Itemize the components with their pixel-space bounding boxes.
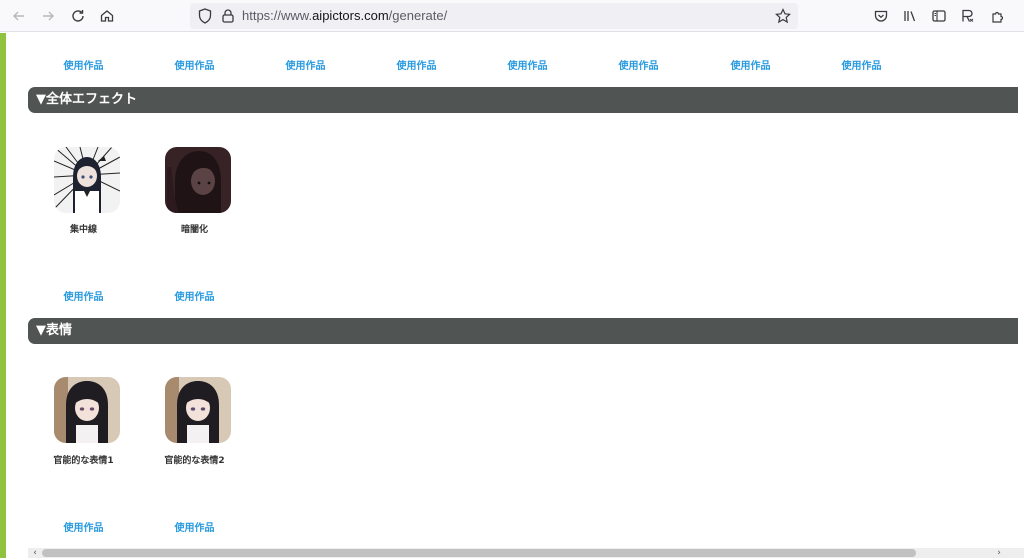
thumbnail-expression-2[interactable] <box>165 377 231 443</box>
section-header-expressions[interactable]: ▼表情 <box>28 318 1018 344</box>
use-work-link[interactable]: 使用作品 <box>472 57 583 72</box>
thumbnail-label: 官能的な表情1 <box>53 456 114 466</box>
url-text[interactable]: https://www.aipictors.com/generate/ <box>242 8 447 23</box>
browser-toolbar: https://www.aipictors.com/generate/ <box>0 0 1024 32</box>
lock-icon[interactable] <box>219 7 237 25</box>
bookmark-star-icon[interactable] <box>774 7 792 25</box>
scroll-left-arrow-icon[interactable]: ‹ <box>30 548 40 558</box>
thumbnail-expression-1[interactable] <box>54 377 120 443</box>
address-bar[interactable]: https://www.aipictors.com/generate/ <box>190 3 798 29</box>
section-header-effects[interactable]: ▼全体エフェクト <box>28 87 1018 113</box>
use-work-link[interactable]: 使用作品 <box>806 57 917 72</box>
reload-icon[interactable] <box>67 5 89 27</box>
use-work-link[interactable]: 使用作品 <box>139 288 250 303</box>
thumbnail-focus-lines[interactable] <box>54 147 120 213</box>
use-links-row: 使用作品 使用作品 <box>0 519 1000 535</box>
scroll-right-arrow-icon[interactable]: › <box>994 548 1004 558</box>
library-icon[interactable] <box>899 5 921 27</box>
use-work-link[interactable]: 使用作品 <box>583 57 694 72</box>
reader-extension-icon[interactable] <box>957 5 979 27</box>
home-icon[interactable] <box>96 5 118 27</box>
sidebar-icon[interactable] <box>928 5 950 27</box>
use-work-link[interactable]: 使用作品 <box>28 519 139 534</box>
use-work-link[interactable]: 使用作品 <box>695 57 806 72</box>
use-work-link[interactable]: 使用作品 <box>28 57 139 72</box>
use-work-link[interactable]: 使用作品 <box>139 519 250 534</box>
tracking-shield-icon[interactable] <box>196 7 214 25</box>
scrollbar-thumb[interactable] <box>42 549 916 557</box>
thumbnail-darkening[interactable] <box>165 147 231 213</box>
use-work-link[interactable]: 使用作品 <box>250 57 361 72</box>
thumbnail-label: 集中線 <box>69 225 97 235</box>
use-links-row: 使用作品 使用作品 <box>0 288 1000 304</box>
use-work-link[interactable]: 使用作品 <box>28 288 139 303</box>
back-arrow-icon[interactable] <box>8 5 30 27</box>
use-links-row: 使用作品 使用作品 使用作品 使用作品 使用作品 使用作品 使用作品 使用作品 <box>0 57 1000 73</box>
pocket-icon[interactable] <box>870 5 892 27</box>
horizontal-scrollbar[interactable]: ‹ › <box>28 548 1024 558</box>
use-work-link[interactable]: 使用作品 <box>139 57 250 72</box>
thumbnail-label: 官能的な表情2 <box>164 456 225 466</box>
forward-arrow-icon[interactable] <box>37 5 59 27</box>
use-work-link[interactable]: 使用作品 <box>361 57 472 72</box>
thumbnail-label: 暗闇化 <box>180 225 208 235</box>
extensions-icon[interactable] <box>987 5 1009 27</box>
